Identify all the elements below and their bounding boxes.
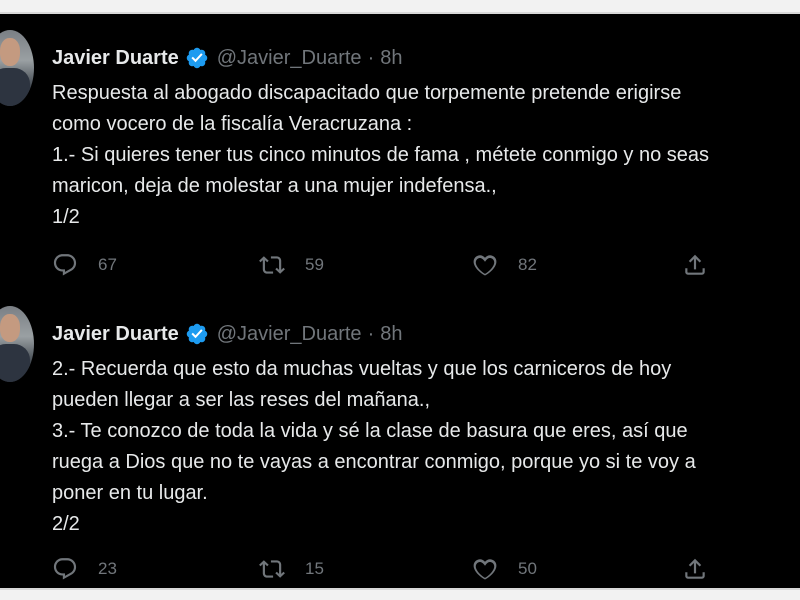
like-button[interactable]: 50 — [472, 556, 537, 582]
tweet-text-line: 2.- Recuerda que esto da muchas vueltas … — [52, 358, 672, 380]
avatar-face — [0, 38, 20, 66]
reply-icon — [53, 558, 77, 580]
tweet-text-line: 1.- Si quieres tener tus cinco minutos d… — [52, 144, 709, 166]
retweet-button[interactable]: 59 — [259, 252, 324, 278]
reply-count: 23 — [98, 559, 117, 578]
retweet-button[interactable]: 15 — [259, 556, 324, 582]
verified-badge-icon[interactable] — [185, 322, 209, 346]
share-button[interactable] — [682, 252, 708, 278]
avatar-face — [0, 314, 20, 342]
share-button[interactable] — [682, 556, 708, 582]
author-handle[interactable]: @Javier_Duarte — [217, 47, 362, 70]
reply-button[interactable]: 23 — [52, 556, 117, 582]
tweet-text-line: poner en tu lugar. — [52, 482, 208, 504]
like-icon — [473, 559, 497, 580]
tweet-text: 2.- Recuerda que esto da muchas vueltas … — [52, 354, 800, 540]
like-count: 50 — [518, 559, 537, 578]
tweet-header: Javier Duarte @Javier_Duarte · 8h — [52, 322, 402, 346]
author-name[interactable]: Javier Duarte — [52, 323, 179, 346]
avatar-suit — [0, 344, 30, 382]
tweet-text-line: pueden llegar a ser las reses del mañana… — [52, 389, 431, 411]
avatar[interactable] — [0, 306, 34, 382]
tweet-text-line: ruega a Dios que no te vayas a encontrar… — [52, 451, 696, 473]
share-icon — [685, 254, 705, 275]
tweet-text-line: Respuesta al abogado discapacitado que t… — [52, 82, 682, 104]
author-handle[interactable]: @Javier_Duarte — [217, 323, 362, 346]
like-button[interactable]: 82 — [472, 252, 537, 278]
separator-dot: · — [367, 46, 375, 69]
avatar-suit — [0, 68, 30, 106]
retweet-icon — [259, 560, 285, 578]
retweet-count: 59 — [305, 255, 324, 274]
reply-icon — [53, 254, 77, 276]
reply-button[interactable]: 67 — [52, 252, 117, 278]
separator-dot: · — [367, 322, 375, 345]
verified-badge-icon[interactable] — [185, 46, 209, 70]
tweet-header: Javier Duarte @Javier_Duarte · 8h — [52, 46, 402, 70]
avatar[interactable] — [0, 30, 34, 106]
like-count: 82 — [518, 255, 537, 274]
tweet-actions: 23 15 50 — [52, 556, 752, 584]
tweet-text-line: 1/2 — [52, 206, 80, 228]
tweet-actions: 67 59 82 — [52, 252, 752, 280]
tweet-thread: Javier Duarte @Javier_Duarte · 8h Respue… — [0, 12, 800, 590]
retweet-icon — [259, 256, 285, 274]
share-icon — [685, 558, 705, 579]
retweet-count: 15 — [305, 559, 324, 578]
author-name[interactable]: Javier Duarte — [52, 47, 179, 70]
tweet-timestamp[interactable]: 8h — [380, 323, 402, 346]
reply-count: 67 — [98, 255, 117, 274]
tweet-text-line: 3.- Te conozco de toda la vida y sé la c… — [52, 420, 688, 442]
tweet-text-line: maricon, deja de molestar a una mujer in… — [52, 175, 497, 197]
like-icon — [473, 255, 497, 276]
tweet-text-line: como vocero de la fiscalía Veracruzana : — [52, 113, 413, 135]
tweet-timestamp[interactable]: 8h — [380, 47, 402, 70]
tweet-text: Respuesta al abogado discapacitado que t… — [52, 78, 800, 233]
tweet-text-line: 2/2 — [52, 513, 80, 535]
